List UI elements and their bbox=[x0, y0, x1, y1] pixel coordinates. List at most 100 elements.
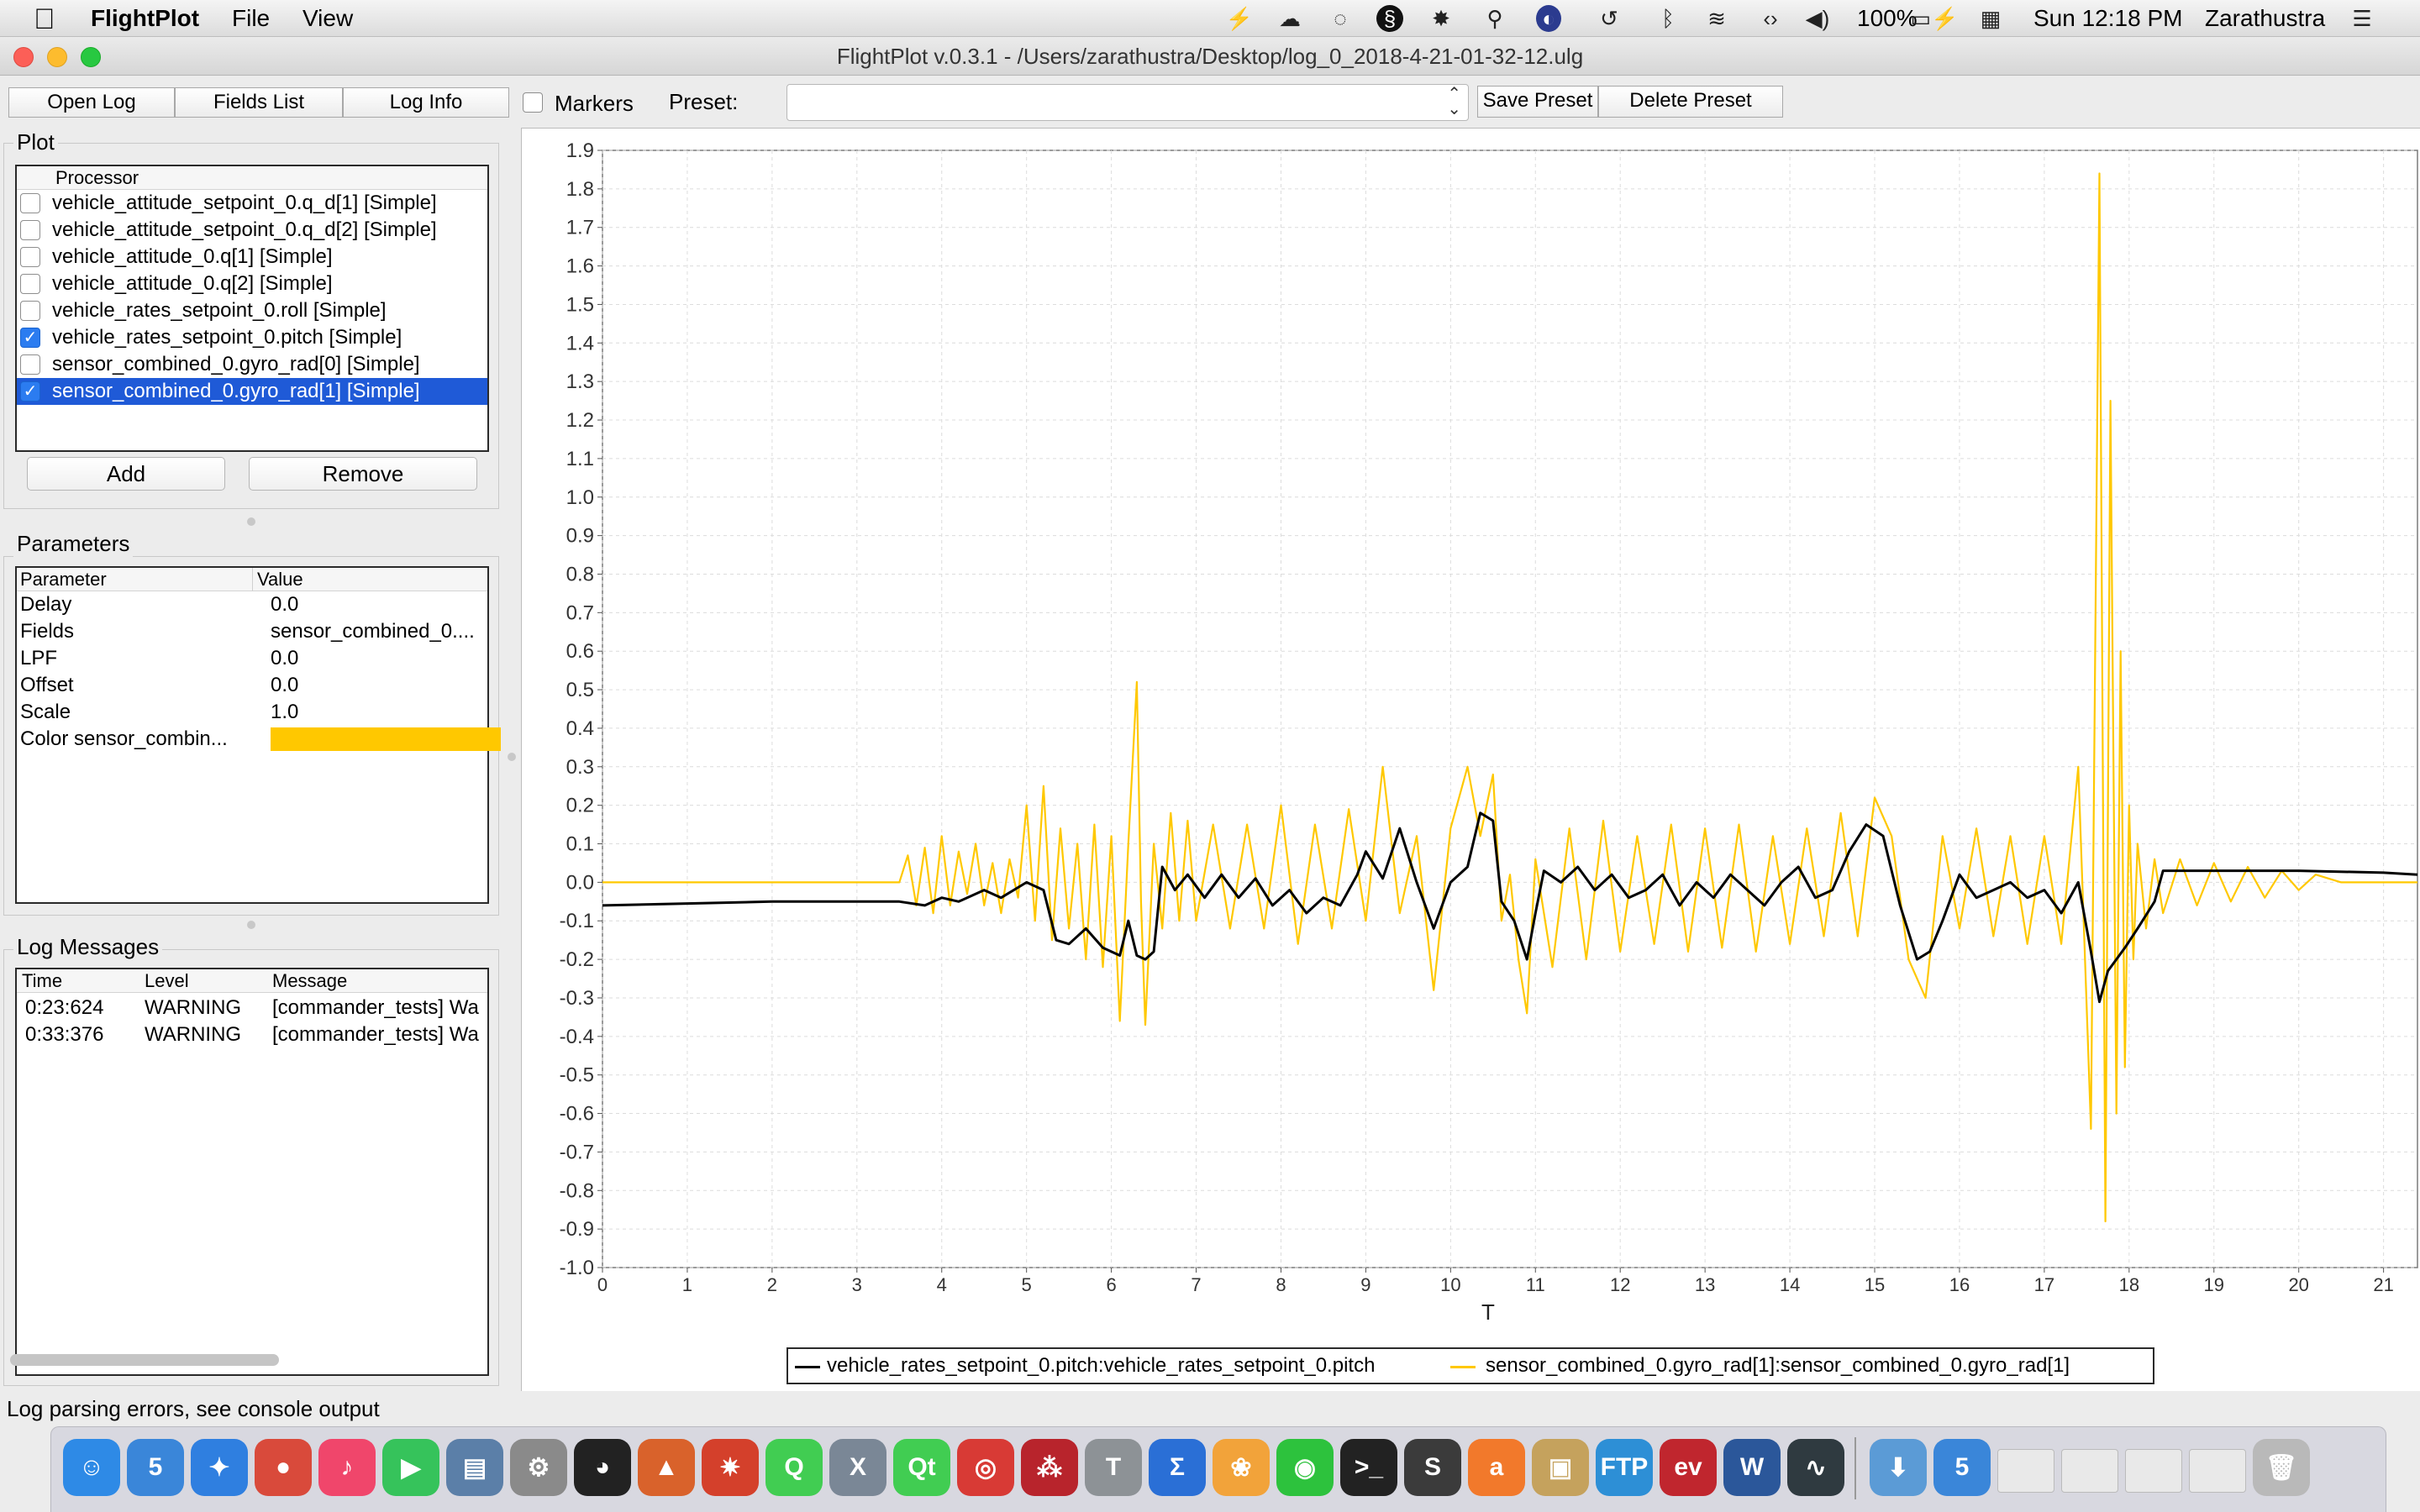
menu-file[interactable]: File bbox=[232, 5, 270, 32]
menu-app-name[interactable]: FlightPlot bbox=[91, 5, 199, 32]
html5-window-icon[interactable]: 5 bbox=[1933, 1439, 1991, 1496]
photos-icon[interactable]: ❀ bbox=[1213, 1439, 1270, 1496]
processor-row[interactable]: ✓ vehicle_rates_setpoint_0.pitch [Simple] bbox=[17, 324, 487, 351]
plot-chart-panel[interactable]: 0 1 2 3 4 5 6 7 8 9 10 11 12 13 14 15 16 17 18 19 20 21 -1.0 -0… bbox=[521, 128, 2420, 1391]
processor-row[interactable]: vehicle_attitude_0.q[1] [Simple] bbox=[17, 244, 487, 270]
wifi-icon[interactable]: ≋ bbox=[1702, 5, 1731, 32]
open-log-button[interactable]: Open Log bbox=[8, 87, 175, 118]
activity-monitor-icon[interactable]: ∿ bbox=[1787, 1439, 1844, 1496]
brightness-icon[interactable]: ✸ bbox=[1427, 5, 1455, 32]
xcode-icon[interactable]: X bbox=[829, 1439, 886, 1496]
parameter-value[interactable]: 0.0 bbox=[271, 591, 501, 618]
log-message-row[interactable]: 0:23:624 WARNING [commander_tests] Wa bbox=[17, 995, 487, 1021]
processor-row[interactable]: vehicle_attitude_setpoint_0.q_d[1] [Simp… bbox=[17, 190, 487, 217]
apple-icon[interactable]:  bbox=[34, 3, 55, 36]
window-close-button[interactable] bbox=[13, 47, 34, 67]
music-icon[interactable]: ♪ bbox=[318, 1439, 376, 1496]
trash-icon[interactable]: 🗑 bbox=[2253, 1439, 2310, 1496]
unchecked-checkbox[interactable] bbox=[20, 247, 40, 267]
menu-user[interactable]: Zarathustra bbox=[2205, 5, 2325, 32]
unchecked-checkbox[interactable] bbox=[20, 274, 40, 294]
parameters-table[interactable]: Parameter Value Delay 0.0 Fields sensor_com… bbox=[15, 566, 501, 904]
facetime-icon[interactable]: ▶ bbox=[382, 1439, 439, 1496]
menu-clock[interactable]: Sun 12:18 PM bbox=[2033, 5, 2182, 32]
chrome-icon[interactable]: ● bbox=[255, 1439, 312, 1496]
add-processor-button[interactable]: Add bbox=[27, 457, 225, 491]
unchecked-checkbox[interactable] bbox=[20, 301, 40, 321]
window-thumb-2-icon[interactable] bbox=[2061, 1449, 2118, 1493]
remove-processor-button[interactable]: Remove bbox=[249, 457, 477, 491]
sublime-icon[interactable]: S bbox=[1404, 1439, 1461, 1496]
parameter-row[interactable]: Scale 1.0 bbox=[17, 699, 487, 726]
mathematica-icon[interactable]: ✷ bbox=[702, 1439, 759, 1496]
bluetooth-icon[interactable]: ᛒ bbox=[1654, 5, 1682, 32]
creative-cloud-icon[interactable]: ◌ bbox=[1326, 5, 1355, 32]
line-chart[interactable]: 0 1 2 3 4 5 6 7 8 9 10 11 12 13 14 15 16 17 18 19 20 21-1.0-0… bbox=[522, 129, 2419, 1390]
time-machine-icon[interactable]: ↺ bbox=[1595, 5, 1623, 32]
eviews-status-icon[interactable]: ⚡ bbox=[1225, 5, 1254, 32]
pane-splitter-handle-2[interactable] bbox=[247, 921, 255, 929]
processor-row[interactable]: vehicle_attitude_0.q[2] [Simple] bbox=[17, 270, 487, 297]
volume-icon[interactable]: ◀) bbox=[1803, 5, 1832, 32]
battery-icon[interactable]: ▭⚡ bbox=[1911, 5, 1959, 32]
processor-row[interactable]: vehicle_attitude_setpoint_0.q_d[2] [Simp… bbox=[17, 217, 487, 244]
save-preset-button[interactable]: Save Preset bbox=[1477, 86, 1598, 118]
avast-icon[interactable]: a bbox=[1468, 1439, 1525, 1496]
siri-icon[interactable]: ◐ bbox=[1536, 5, 1561, 32]
parameter-row[interactable]: Delay 0.0 bbox=[17, 591, 487, 618]
parameter-color-swatch[interactable] bbox=[271, 727, 501, 751]
window-thumb-1-icon[interactable] bbox=[1997, 1449, 2054, 1493]
qt-creator-icon[interactable]: Q bbox=[765, 1439, 823, 1496]
finder-icon[interactable]: ☺ bbox=[63, 1439, 120, 1496]
html5-icon[interactable]: 5 bbox=[127, 1439, 184, 1496]
word-icon[interactable]: W bbox=[1723, 1439, 1781, 1496]
processor-row[interactable]: vehicle_rates_setpoint_0.roll [Simple] bbox=[17, 297, 487, 324]
unchecked-checkbox[interactable] bbox=[20, 220, 40, 240]
menu-view[interactable]: View bbox=[302, 5, 353, 32]
sketch-status-icon[interactable]: § bbox=[1376, 5, 1403, 32]
input-source-flag-icon[interactable]: ▦ bbox=[1976, 5, 2005, 32]
window-thumb-4-icon[interactable] bbox=[2189, 1449, 2246, 1493]
window-thumb-3-icon[interactable] bbox=[2125, 1449, 2182, 1493]
vertical-splitter-handle[interactable] bbox=[508, 753, 516, 761]
ftp-icon[interactable]: FTP bbox=[1596, 1439, 1653, 1496]
processor-list[interactable]: Processor vehicle_attitude_setpoint_0.q_… bbox=[15, 165, 489, 452]
processor-row[interactable]: ✓ sensor_combined_0.gyro_rad[1] [Simple] bbox=[17, 378, 487, 405]
processor-row[interactable]: sensor_combined_0.gyro_rad[0] [Simple] bbox=[17, 351, 487, 378]
matlab-icon[interactable]: ▲ bbox=[638, 1439, 695, 1496]
parameter-value[interactable]: 0.0 bbox=[271, 672, 501, 699]
markers-checkbox[interactable] bbox=[523, 92, 543, 113]
window-zoom-button[interactable] bbox=[81, 47, 101, 67]
pane-splitter-handle[interactable] bbox=[247, 517, 255, 526]
tex-icon[interactable]: T bbox=[1085, 1439, 1142, 1496]
safari-icon[interactable]: ✦ bbox=[191, 1439, 248, 1496]
settings-icon[interactable]: ⚙ bbox=[510, 1439, 567, 1496]
unchecked-checkbox[interactable] bbox=[20, 193, 40, 213]
qt-icon[interactable]: Qt bbox=[893, 1439, 950, 1496]
unchecked-checkbox[interactable] bbox=[20, 354, 40, 375]
notification-center-icon[interactable]: ☰ bbox=[2348, 5, 2376, 32]
preset-combo-box[interactable]: ⌃ ⌄ bbox=[786, 84, 1469, 121]
terminal-icon[interactable]: >_ bbox=[1340, 1439, 1397, 1496]
parameter-row[interactable]: Color sensor_combin... bbox=[17, 726, 501, 753]
delete-preset-button[interactable]: Delete Preset bbox=[1598, 86, 1783, 118]
sigma-icon[interactable]: Σ bbox=[1149, 1439, 1206, 1496]
netease-music-icon[interactable]: ◎ bbox=[957, 1439, 1014, 1496]
qq-icon[interactable]: ◕ bbox=[574, 1439, 631, 1496]
log-info-button[interactable]: Log Info bbox=[343, 87, 509, 118]
window-minimize-button[interactable] bbox=[47, 47, 67, 67]
log-messages-table[interactable]: Time Level Message 0:23:624 WARNING [comma… bbox=[15, 968, 489, 1376]
log-horizontal-scrollbar[interactable] bbox=[10, 1354, 279, 1366]
spotlight-search-icon[interactable]: ⚲ bbox=[1481, 5, 1509, 32]
mendeley-icon[interactable]: ⁂ bbox=[1021, 1439, 1078, 1496]
code-brackets-icon[interactable]: ‹› bbox=[1756, 5, 1785, 32]
transmit-icon[interactable]: ▣ bbox=[1532, 1439, 1589, 1496]
screen-icon[interactable]: ▤ bbox=[446, 1439, 503, 1496]
parameter-row[interactable]: Fields sensor_combined_0.... bbox=[17, 618, 487, 645]
checked-checkbox[interactable]: ✓ bbox=[20, 381, 40, 402]
log-message-row[interactable]: 0:33:376 WARNING [commander_tests] Wa bbox=[17, 1021, 487, 1048]
parameter-row[interactable]: LPF 0.0 bbox=[17, 645, 487, 672]
eviews-icon[interactable]: ev bbox=[1660, 1439, 1717, 1496]
downloads-icon[interactable]: ⬇ bbox=[1870, 1439, 1927, 1496]
parameter-value[interactable]: sensor_combined_0.... bbox=[271, 618, 501, 645]
